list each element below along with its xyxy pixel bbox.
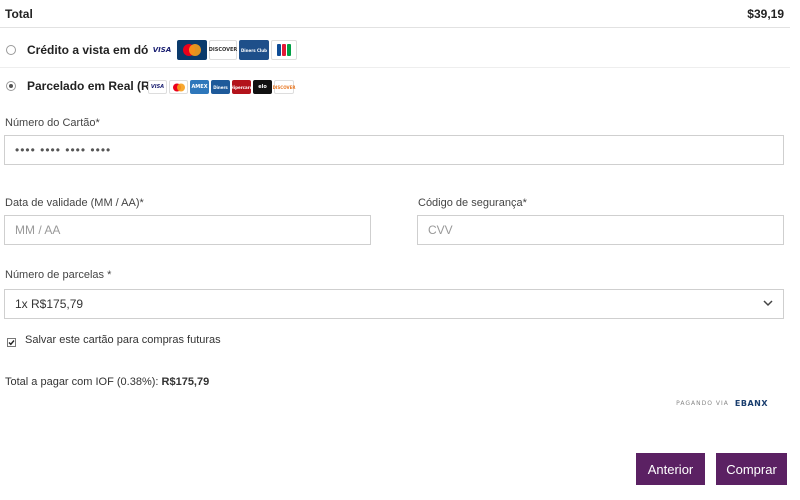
iof-total-text: Total a pagar com IOF (0.38%): R$175,79 <box>5 376 209 388</box>
expiry-label: Data de validade (MM / AA)* <box>5 197 144 209</box>
iof-total-prefix: Total a pagar com IOF (0.38%): <box>5 376 159 388</box>
powered-by-label: PAGANDO VIA <box>676 400 729 407</box>
visa-logo-icon: VISA <box>149 40 175 60</box>
buy-button[interactable]: Comprar <box>716 453 787 485</box>
installments-selected-value: 1x R$175,79 <box>15 297 84 311</box>
discover-logo-icon: DISCOVER <box>209 40 237 60</box>
expiry-input[interactable] <box>4 215 371 245</box>
ebanx-badge: PAGANDO VIA EBANX <box>676 399 768 408</box>
mastercard-small-logo-icon <box>169 80 188 94</box>
payment-option-brl-radio[interactable] <box>6 81 16 91</box>
save-card-checkbox[interactable] <box>7 336 16 347</box>
payment-option-usd[interactable]: Crédito a vista em dólar. VISA DISCOVER … <box>0 36 790 68</box>
amex-logo-icon: AMEX <box>190 80 209 94</box>
ebanx-logo-icon: EBANX <box>734 399 768 408</box>
total-value: $39,19 <box>747 7 784 21</box>
elo-logo-icon: elo <box>253 80 272 94</box>
discover-small-logo-icon: DISCOVER <box>273 80 295 94</box>
chevron-down-icon <box>763 296 773 313</box>
visa-small-logo-icon: VISA <box>148 80 167 94</box>
cvv-input[interactable] <box>417 215 784 245</box>
card-number-input[interactable] <box>4 135 784 165</box>
diners-logo-icon: Diners Club <box>239 40 269 60</box>
previous-button[interactable]: Anterior <box>636 453 705 485</box>
installments-label: Número de parcelas * <box>5 269 112 281</box>
mastercard-logo-icon <box>177 40 207 60</box>
payment-option-usd-radio[interactable] <box>6 45 16 55</box>
diners-small-logo-icon: Diners <box>211 80 230 94</box>
installments-select[interactable]: 1x R$175,79 <box>4 289 784 319</box>
order-total-row: Total $39,19 <box>0 0 790 28</box>
payment-option-usd-label: Crédito a vista em dólar. <box>27 43 166 57</box>
card-number-label: Número do Cartão* <box>5 117 100 129</box>
payment-option-brl[interactable]: Parcelado em Real (R$) VISA AMEX Diners … <box>0 72 790 104</box>
jcb-logo-icon <box>271 40 297 60</box>
save-card-label: Salvar este cartão para compras futuras <box>25 334 221 346</box>
cvv-label: Código de segurança* <box>418 197 527 209</box>
iof-total-amount: R$175,79 <box>161 376 210 388</box>
payment-option-brl-label: Parcelado em Real (R$) <box>27 79 161 93</box>
total-label: Total <box>5 7 33 21</box>
hipercard-logo-icon: Hipercard <box>230 80 253 94</box>
